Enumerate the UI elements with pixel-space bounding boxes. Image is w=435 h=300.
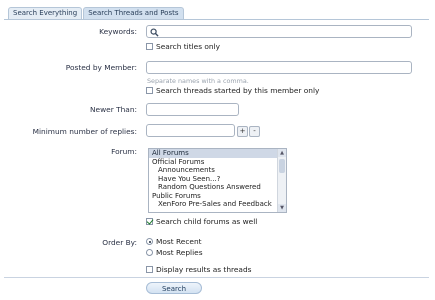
keywords-label: Keywords:	[99, 27, 137, 36]
order-most-replies-radio[interactable]: Most Replies	[146, 248, 203, 257]
forum-option[interactable]: Have You Seen...?	[149, 175, 286, 184]
search-child-checkbox[interactable]: Search child forums as well	[146, 217, 257, 226]
min-replies-label: Minimum number of replies:	[32, 127, 137, 136]
forum-scrollbar[interactable]: ▲ ▼	[277, 149, 286, 212]
search-button[interactable]: Search	[146, 282, 202, 294]
display-threads-checkbox[interactable]: Display results as threads	[146, 265, 252, 274]
order-most-recent-dot[interactable]	[146, 238, 153, 245]
forum-select[interactable]: All Forums Official Forums Announcements…	[148, 148, 287, 213]
order-most-recent-label: Most Recent	[156, 237, 202, 246]
search-child-box[interactable]	[146, 218, 153, 225]
scroll-thumb[interactable]	[279, 159, 285, 173]
forum-option[interactable]: All Forums	[149, 149, 286, 158]
newer-than-label: Newer Than:	[90, 105, 137, 114]
min-replies-input[interactable]	[146, 124, 235, 137]
form-divider	[4, 277, 429, 278]
scroll-down-icon[interactable]: ▼	[278, 204, 286, 212]
search-tabs: Search Everything Search Threads and Pos…	[8, 7, 184, 19]
forum-option[interactable]: Official Forums	[149, 158, 286, 167]
order-most-replies-label: Most Replies	[156, 248, 203, 257]
forum-option[interactable]: XenForo Pre-Sales and Feedback	[149, 200, 286, 209]
search-titles-box[interactable]	[146, 43, 153, 50]
started-by-label: Search threads started by this member on…	[156, 86, 320, 95]
order-by-label: Order By:	[102, 238, 137, 247]
posted-by-input[interactable]	[146, 61, 412, 74]
forum-label: Forum:	[111, 147, 137, 156]
forum-option[interactable]: Random Questions Answered	[149, 183, 286, 192]
display-threads-box[interactable]	[146, 266, 153, 273]
posted-by-label: Posted by Member:	[65, 63, 137, 72]
order-most-recent-radio[interactable]: Most Recent	[146, 237, 202, 246]
started-by-checkbox[interactable]: Search threads started by this member on…	[146, 86, 319, 95]
scroll-up-icon[interactable]: ▲	[278, 149, 286, 157]
tab-search-everything[interactable]: Search Everything	[8, 7, 83, 19]
order-most-replies-dot[interactable]	[146, 249, 153, 256]
search-titles-label: Search titles only	[156, 42, 221, 51]
keywords-input[interactable]	[146, 25, 412, 38]
search-titles-checkbox[interactable]: Search titles only	[146, 42, 220, 51]
forum-option[interactable]: Public Forums	[149, 192, 286, 201]
tab-divider	[4, 19, 429, 20]
newer-than-input[interactable]	[146, 103, 239, 116]
display-threads-label: Display results as threads	[156, 265, 252, 274]
started-by-box[interactable]	[146, 87, 153, 94]
forum-option[interactable]: Announcements	[149, 166, 286, 175]
posted-by-hint: Separate names with a comma.	[147, 77, 249, 85]
increase-replies-button[interactable]: +	[237, 126, 248, 137]
decrease-replies-button[interactable]: -	[249, 126, 260, 137]
search-icon	[150, 28, 159, 37]
search-child-label: Search child forums as well	[156, 217, 258, 226]
tab-search-threads-posts[interactable]: Search Threads and Posts	[83, 7, 184, 19]
